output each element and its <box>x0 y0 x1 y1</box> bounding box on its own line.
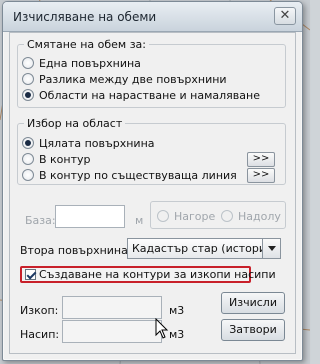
radio-label: Цялата повърхнина <box>39 136 155 150</box>
close-button[interactable]: Затвори <box>221 319 285 341</box>
calculate-button[interactable]: Изчисли <box>221 292 285 314</box>
create-contours-label: Създаване на контури за изкопи насипи <box>39 268 276 281</box>
radio-button[interactable] <box>22 137 34 149</box>
window-title: Изчисляване на обеми <box>13 10 157 24</box>
radio-up[interactable]: Нагоре <box>157 208 215 224</box>
excavation-unit: м3 <box>169 304 185 317</box>
radio-down[interactable]: Надолу <box>221 208 281 224</box>
mouse-cursor-icon <box>155 318 169 339</box>
second-surface-label: Втора повърхнина: <box>20 244 132 257</box>
radio-growth-areas[interactable]: Области на нарастване и намаляване <box>22 87 260 103</box>
radio-label: Разлика между две повърхнини <box>39 72 227 86</box>
title-bar: Изчисляване на обеми ✕ <box>3 2 302 32</box>
excavation-field[interactable] <box>62 296 162 319</box>
second-surface-value: Кадастър стар (история) <box>132 242 277 255</box>
radio-label: В контур по съществуваща линия <box>39 168 237 182</box>
create-contours-checkbox[interactable] <box>25 269 36 280</box>
area-select-legend: Избор на област <box>27 117 123 130</box>
radio-contour-existing-line[interactable]: В контур по съществуваща линия <box>22 167 237 183</box>
radio-label: В контур <box>39 152 91 166</box>
close-window-button[interactable]: ✕ <box>274 7 296 25</box>
radio-label: Области на нарастване и намаляване <box>39 88 260 102</box>
base-label: База: <box>25 214 56 227</box>
radio-in-contour[interactable]: В контур <box>22 151 91 167</box>
radio-surface-difference[interactable]: Разлика между две повърхнини <box>22 71 227 87</box>
excavation-label: Изкоп: <box>20 304 59 317</box>
radio-button[interactable] <box>22 153 34 165</box>
pick-line-button[interactable]: >> <box>247 168 275 183</box>
second-surface-dropdown[interactable]: Кадастър стар (история) <box>127 238 281 259</box>
radio-button[interactable] <box>221 210 233 222</box>
create-contours-checkbox-row[interactable]: Създаване на контури за изкопи насипи <box>20 266 276 283</box>
dialog-body: Смятане на обем за: Една повърхнина Разл… <box>9 32 296 354</box>
radio-whole-surface[interactable]: Цялата повърхнина <box>22 135 155 151</box>
volume-dialog: Изчисляване на обеми ✕ Смятане на обем з… <box>2 1 303 361</box>
fill-field[interactable] <box>62 320 162 343</box>
volume-calc-legend: Смятане на обем за: <box>27 38 147 51</box>
radio-button[interactable] <box>22 89 34 101</box>
dropdown-arrow-icon[interactable] <box>262 239 280 258</box>
radio-one-surface[interactable]: Една повърхнина <box>22 55 141 71</box>
radio-button[interactable] <box>157 210 169 222</box>
radio-button[interactable] <box>22 57 34 69</box>
base-unit: м <box>135 214 144 227</box>
radio-label: Надолу <box>238 209 281 223</box>
radio-button[interactable] <box>22 73 34 85</box>
radio-button[interactable] <box>22 169 34 181</box>
fill-unit: м3 <box>169 328 185 341</box>
base-input[interactable] <box>55 205 125 228</box>
fill-label: Насип: <box>20 328 60 341</box>
pick-contour-button[interactable]: >> <box>247 152 275 167</box>
radio-label: Нагоре <box>174 209 216 223</box>
radio-label: Една повърхнина <box>39 56 141 70</box>
